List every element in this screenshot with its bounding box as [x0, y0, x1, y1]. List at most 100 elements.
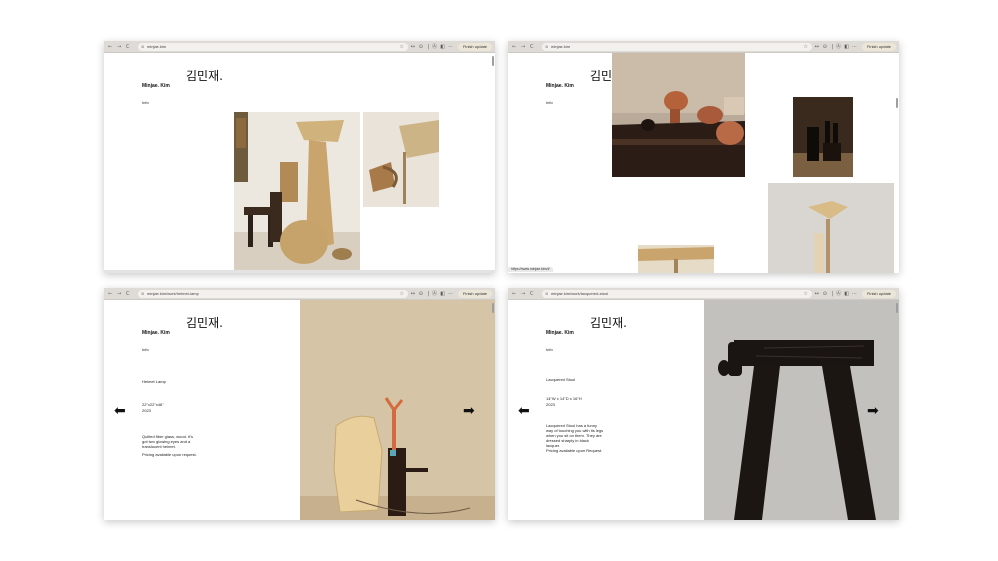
link-status-bar: https://www.minjae.kim/# [508, 267, 553, 272]
address-text: minjae.kim/work/lacquered-stool [551, 291, 609, 296]
work-title: Lacquered Stool [546, 377, 576, 382]
bookmark-star-icon[interactable]: ☆ [804, 290, 808, 298]
scrollbar-thumb[interactable] [896, 303, 898, 313]
site-info-icon[interactable]: ⊜ [545, 290, 548, 298]
artwork-photo[interactable] [793, 97, 853, 177]
extension-icon[interactable]: Ⓐ [432, 290, 437, 298]
extension-icon[interactable]: ↔ [411, 290, 415, 298]
figurines-table-image [612, 53, 745, 177]
reload-icon[interactable]: C [126, 43, 130, 51]
next-arrow-icon[interactable]: ➡ [867, 404, 879, 418]
toolbar-divider: | [427, 291, 429, 297]
site-name[interactable]: Minjae. Kim [142, 330, 170, 336]
scrollbar-thumb[interactable] [492, 56, 494, 66]
extension-icon[interactable]: Ⓐ [836, 43, 841, 51]
browser-toolbar: ← → C ⊜ minjae.kim/work/lacquered-stool ☆… [508, 288, 899, 300]
sidebar-icon[interactable]: ◧ [440, 43, 445, 51]
finish-update-button[interactable]: Finish update [861, 43, 896, 51]
artwork-photo[interactable]: ➡ [704, 300, 899, 520]
forward-icon[interactable]: → [521, 43, 525, 51]
page-content: 김민재. Minjae. Kim Info Helmet Lamp 22"x22… [104, 300, 495, 520]
browser-toolbar: ← → C ⊜ minjae.kim ☆ ↔ ⊙ | Ⓐ ◧ ⋯ Finish u… [508, 41, 899, 53]
toolbar-divider: | [831, 291, 833, 297]
work-pricing: Pricing available upon Request. [546, 448, 603, 453]
address-bar[interactable]: ⊜ minjae.kim [542, 43, 812, 51]
extension-icon[interactable]: Ⓐ [836, 290, 841, 298]
address-text: minjae.kim [551, 44, 571, 49]
scrollbar-thumb[interactable] [896, 98, 898, 108]
work-dimensions: 14"W x 14"D x 16"H [546, 396, 582, 401]
reload-icon[interactable]: C [530, 290, 534, 298]
artwork-photo[interactable] [234, 112, 360, 270]
site-logo[interactable]: 김민재. [186, 314, 223, 331]
site-logo[interactable]: 김민재. [590, 314, 627, 331]
profile-icon[interactable]: ⋯ [448, 43, 453, 51]
site-info-icon[interactable]: ⊜ [141, 43, 144, 51]
work-pricing: Pricing available upon request. [142, 452, 197, 457]
address-text: minjae.kim/work/helmet-lamp [147, 291, 199, 296]
artwork-photo[interactable] [638, 245, 714, 273]
page-content: 김민재. Minjae. Kim Info Lacquered Stool 14… [508, 300, 899, 520]
forward-icon[interactable]: → [117, 290, 121, 298]
extension-icon[interactable]: ↔ [815, 290, 819, 298]
helmet-lamp-thumbnail [768, 183, 894, 273]
sidebar-icon[interactable]: ◧ [844, 43, 849, 51]
reload-icon[interactable]: C [530, 43, 534, 51]
sidebar-icon[interactable]: ◧ [440, 290, 445, 298]
address-bar[interactable]: ⊜ minjae.kim [138, 43, 408, 51]
info-link[interactable]: Info [142, 347, 149, 352]
site-name[interactable]: Minjae. Kim [546, 83, 574, 89]
finish-update-button[interactable]: Finish update [457, 290, 492, 298]
extension-icon[interactable]: ⊙ [419, 290, 423, 298]
scrollbar-thumb[interactable] [492, 303, 494, 313]
artwork-detail-image [363, 112, 439, 207]
horizontal-scrollbar[interactable] [104, 270, 495, 273]
artwork-photo[interactable]: ➡ [300, 300, 495, 520]
sidebar-icon[interactable]: ◧ [844, 290, 849, 298]
site-info-icon[interactable]: ⊜ [141, 290, 144, 298]
info-link[interactable]: Info [546, 100, 553, 105]
page-content: 김민재. Minjae. Kim Info [508, 53, 899, 273]
extension-icon[interactable]: ↔ [411, 43, 415, 51]
back-icon[interactable]: ← [512, 43, 516, 51]
finish-update-button[interactable]: Finish update [861, 290, 896, 298]
profile-icon[interactable]: ⋯ [852, 43, 857, 51]
address-bar[interactable]: ⊜ minjae.kim/work/lacquered-stool [542, 290, 812, 298]
extension-icon[interactable]: Ⓐ [432, 43, 437, 51]
black-object-image [793, 97, 853, 177]
profile-icon[interactable]: ⋯ [852, 290, 857, 298]
bookmark-star-icon[interactable]: ☆ [400, 290, 404, 298]
finish-update-button[interactable]: Finish update [457, 43, 492, 51]
forward-icon[interactable]: → [521, 290, 525, 298]
browser-window-lacquered-stool: ← → C ⊜ minjae.kim/work/lacquered-stool ☆… [508, 288, 899, 520]
profile-icon[interactable]: ⋯ [448, 290, 453, 298]
artwork-photo[interactable] [363, 112, 439, 207]
info-link[interactable]: Info [546, 347, 553, 352]
bookmark-star-icon[interactable]: ☆ [400, 43, 404, 51]
site-info-icon[interactable]: ⊜ [545, 43, 548, 51]
site-logo[interactable]: 김민재. [186, 67, 223, 84]
back-icon[interactable]: ← [108, 43, 112, 51]
site-name[interactable]: Minjae. Kim [546, 330, 574, 336]
bookmark-star-icon[interactable]: ☆ [804, 43, 808, 51]
prev-arrow-icon[interactable]: ⬅ [518, 404, 530, 418]
toolbar-divider: | [427, 44, 429, 50]
artwork-cropped-image [638, 245, 714, 273]
extension-icon[interactable]: ↔ [815, 43, 819, 51]
site-name[interactable]: Minjae. Kim [142, 83, 170, 89]
artwork-photo[interactable] [612, 53, 745, 177]
prev-arrow-icon[interactable]: ⬅ [114, 404, 126, 418]
back-icon[interactable]: ← [512, 290, 516, 298]
reload-icon[interactable]: C [126, 290, 130, 298]
extension-icon[interactable]: ⊙ [823, 43, 827, 51]
work-year: 2023 [142, 408, 151, 413]
info-link[interactable]: Info [142, 100, 149, 105]
next-arrow-icon[interactable]: ➡ [463, 404, 475, 418]
extension-icon[interactable]: ⊙ [823, 290, 827, 298]
extension-icon[interactable]: ⊙ [419, 43, 423, 51]
forward-icon[interactable]: → [117, 43, 121, 51]
artwork-photo[interactable] [768, 183, 894, 273]
back-icon[interactable]: ← [108, 290, 112, 298]
browser-toolbar: ← → C ⊜ minjae.kim/work/helmet-lamp ☆ ↔ ⊙… [104, 288, 495, 300]
address-bar[interactable]: ⊜ minjae.kim/work/helmet-lamp [138, 290, 408, 298]
